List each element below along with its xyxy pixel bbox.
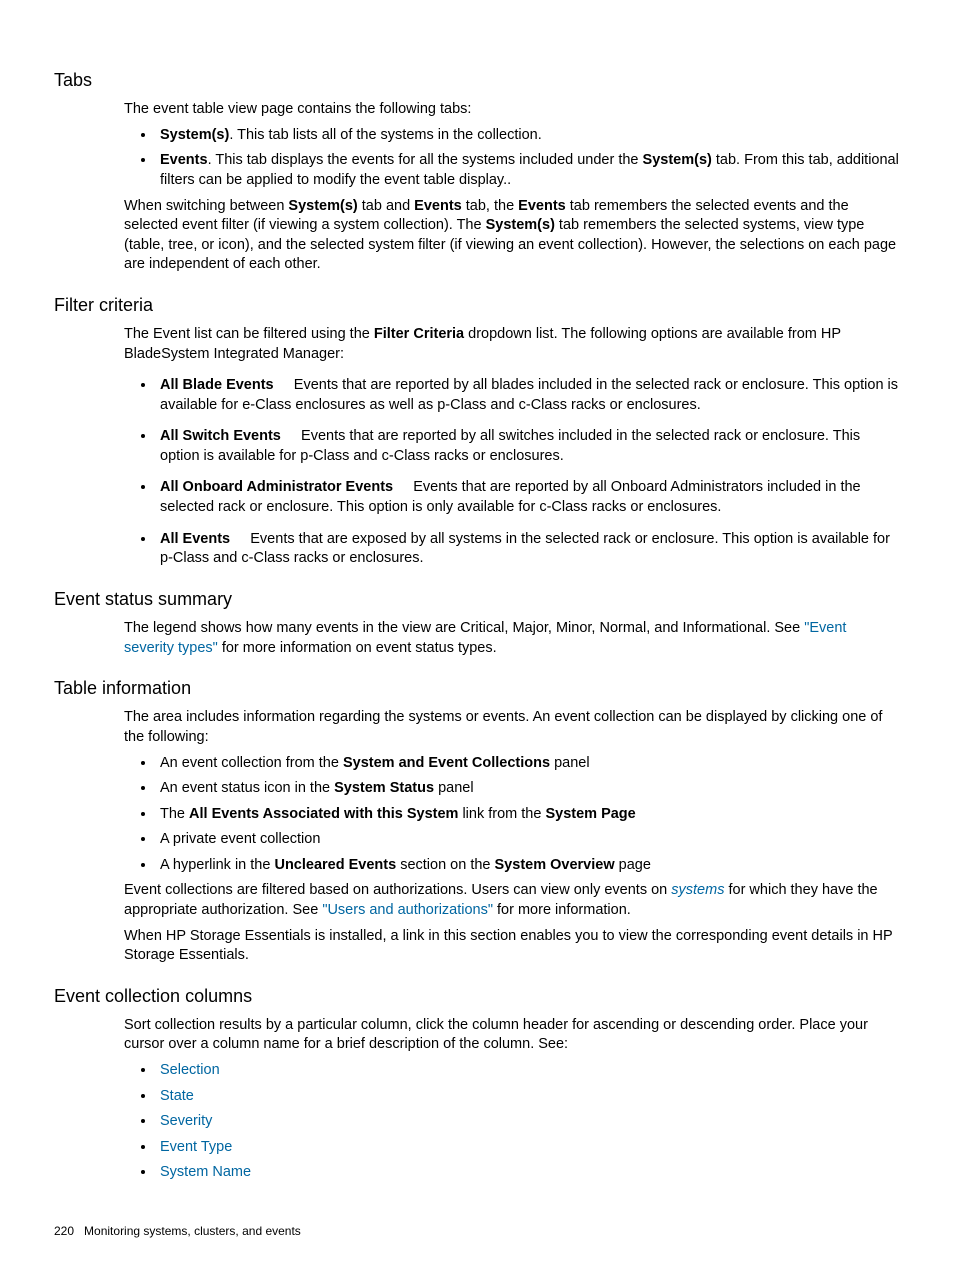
list-item: All Onboard Administrator Events Events … [156, 478, 900, 517]
list-item: A hyperlink in the Uncleared Events sect… [156, 856, 900, 876]
page-number: 220 [54, 1224, 74, 1238]
tinfo-authorizations: Event collections are filtered based on … [124, 881, 900, 920]
list-item: All Blade Events Events that are reporte… [156, 376, 900, 415]
tabs-intro: The event table view page contains the f… [124, 100, 900, 120]
list-item: A private event collection [156, 830, 900, 850]
tinfo-intro: The area includes information regarding … [124, 708, 900, 747]
list-item: An event collection from the System and … [156, 754, 900, 774]
ess-paragraph: The legend shows how many events in the … [124, 619, 900, 658]
list-item: Events. This tab displays the events for… [156, 151, 900, 190]
heading-table-information: Table information [54, 676, 900, 700]
heading-tabs: Tabs [54, 68, 900, 92]
list-item: All Events Events that are exposed by al… [156, 530, 900, 569]
page-footer: 220 Monitoring systems, clusters, and ev… [54, 1223, 900, 1239]
tabs-switching-paragraph: When switching between System(s) tab and… [124, 197, 900, 275]
ecc-intro: Sort collection results by a particular … [124, 1016, 900, 1055]
heading-filter-criteria: Filter criteria [54, 293, 900, 317]
list-item: State [156, 1087, 900, 1107]
list-item: The All Events Associated with this Syst… [156, 805, 900, 825]
list-item: Severity [156, 1112, 900, 1132]
heading-event-status-summary: Event status summary [54, 587, 900, 611]
list-item: An event status icon in the System Statu… [156, 779, 900, 799]
list-item: Selection [156, 1061, 900, 1081]
link-system-name[interactable]: System Name [160, 1164, 251, 1180]
link-severity[interactable]: Severity [160, 1113, 212, 1129]
link-users-authorizations[interactable]: "Users and authorizations" [322, 902, 493, 918]
link-selection[interactable]: Selection [160, 1062, 220, 1078]
list-item: System Name [156, 1163, 900, 1183]
link-state[interactable]: State [160, 1088, 194, 1104]
list-item: Event Type [156, 1138, 900, 1158]
list-item: All Switch Events Events that are report… [156, 427, 900, 466]
list-item: System(s). This tab lists all of the sys… [156, 126, 900, 146]
heading-event-collection-columns: Event collection columns [54, 984, 900, 1008]
tinfo-storage-essentials: When HP Storage Essentials is installed,… [124, 927, 900, 966]
link-systems[interactable]: systems [671, 882, 724, 898]
link-event-type[interactable]: Event Type [160, 1139, 232, 1155]
footer-title: Monitoring systems, clusters, and events [84, 1224, 301, 1238]
filter-intro: The Event list can be filtered using the… [124, 325, 900, 364]
